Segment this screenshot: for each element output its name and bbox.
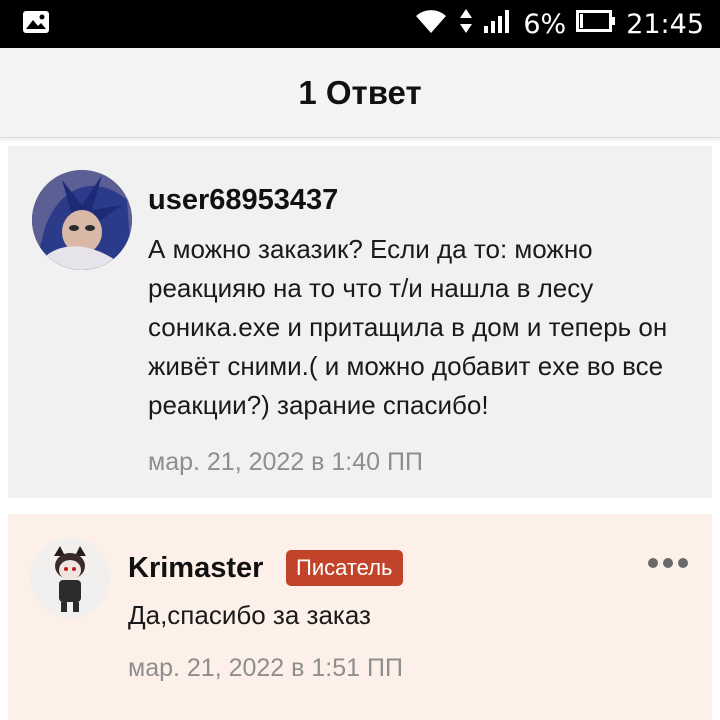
writer-badge: Писатель	[286, 550, 403, 586]
page-header: 1 Ответ	[0, 48, 720, 138]
signal-icon	[483, 8, 513, 41]
more-icon	[678, 558, 688, 568]
battery-icon	[576, 9, 616, 40]
status-bar: 6% 21:45	[0, 0, 720, 48]
clock: 21:45	[626, 8, 704, 40]
wifi-icon	[413, 7, 449, 42]
more-options-button[interactable]	[648, 558, 688, 568]
more-icon	[648, 558, 658, 568]
reply-text: Да,спасибо за заказ	[128, 600, 371, 630]
page-title: 1 Ответ	[298, 73, 422, 111]
comment-item[interactable]: user68953437 А можно заказик? Если да то…	[8, 146, 712, 498]
reply-timestamp: мар. 21, 2022 в 1:51 ПП	[128, 654, 403, 682]
data-transfer-icon	[459, 7, 473, 42]
comment-text: А можно заказик? Если да то: можно реакц…	[148, 234, 668, 420]
comment-timestamp: мар. 21, 2022 в 1:40 ПП	[148, 448, 423, 476]
reply-item[interactable]: Krimaster Писатель Да,спасибо за заказ м…	[8, 514, 712, 720]
battery-percent: 6%	[523, 8, 567, 40]
reply-username[interactable]: Krimaster	[128, 552, 263, 585]
more-icon	[663, 558, 673, 568]
gallery-icon	[22, 10, 50, 39]
avatar[interactable]	[32, 170, 132, 270]
avatar[interactable]	[30, 538, 110, 618]
comment-username[interactable]: user68953437	[148, 184, 338, 217]
